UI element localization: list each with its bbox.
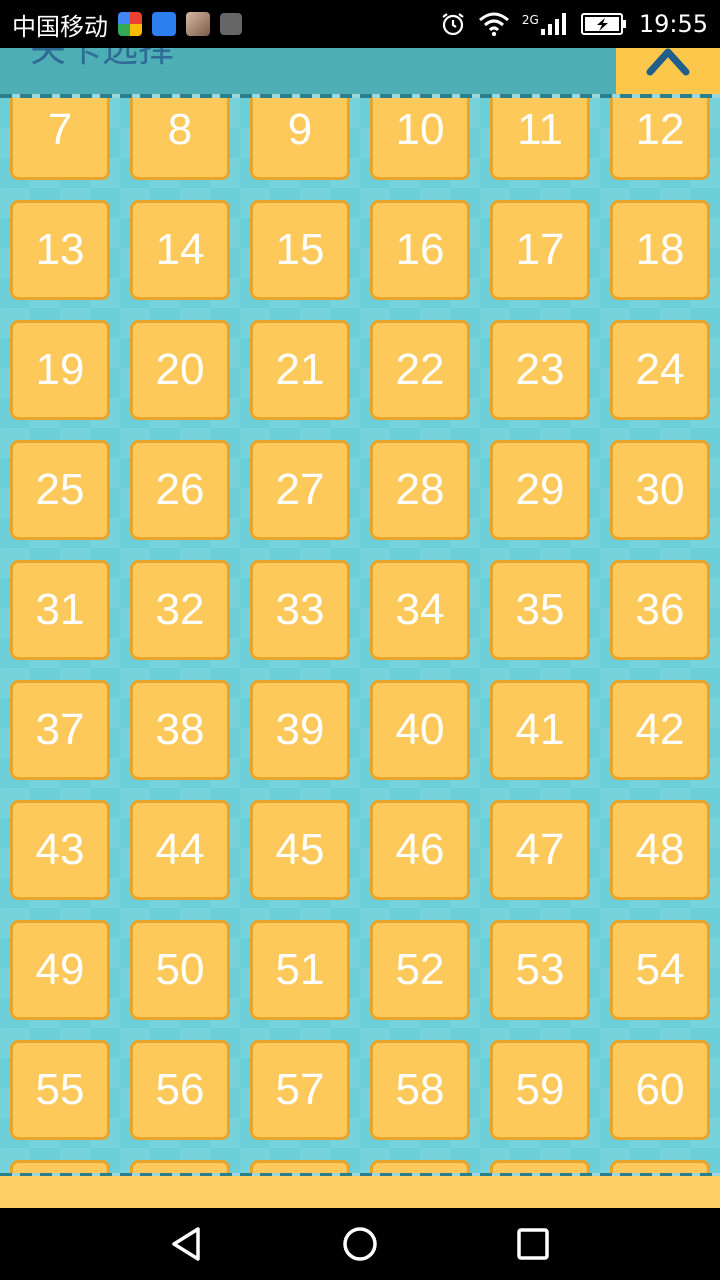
battery-charging-icon — [580, 13, 626, 35]
level-tile[interactable]: 15 — [250, 200, 350, 300]
level-tile[interactable]: 16 — [370, 200, 470, 300]
level-tile[interactable]: 38 — [130, 680, 230, 780]
level-tile[interactable]: 50 — [130, 920, 230, 1020]
signal-icon — [540, 13, 566, 35]
avatar-photo-icon — [186, 12, 210, 36]
level-tile[interactable]: 21 — [250, 320, 350, 420]
navigation-bar — [0, 1208, 720, 1280]
colorful-app-icon — [118, 12, 142, 36]
level-tile[interactable]: 20 — [130, 320, 230, 420]
level-tile[interactable]: 8 — [130, 98, 230, 180]
level-tile[interactable]: 52 — [370, 920, 470, 1020]
level-tile[interactable]: 49 — [10, 920, 110, 1020]
level-tile[interactable]: 53 — [490, 920, 590, 1020]
level-tile[interactable]: 12 — [610, 98, 710, 180]
level-tile[interactable]: 22 — [370, 320, 470, 420]
level-tile[interactable]: 48 — [610, 800, 710, 900]
level-grid-container[interactable]: 7 8 9 10 11 12 13 14 15 16 17 18 19 20 21 22 23 24 25 26 27 2… — [0, 98, 720, 1176]
alarm-icon — [442, 13, 464, 36]
level-tile[interactable]: 44 — [130, 800, 230, 900]
level-tile[interactable]: 18 — [610, 200, 710, 300]
level-tile[interactable]: 27 — [250, 440, 350, 540]
chevron-up-icon — [646, 48, 690, 76]
level-tile[interactable]: 25 — [10, 440, 110, 540]
level-tile[interactable]: 34 — [370, 560, 470, 660]
status-bar: 中国移动 2G 19:55 — [0, 0, 720, 48]
recents-icon[interactable] — [513, 1224, 553, 1264]
footer-bar — [0, 1176, 720, 1208]
level-tile[interactable]: 33 — [250, 560, 350, 660]
level-tile[interactable]: 40 — [370, 680, 470, 780]
carrier-name: 中国移动 — [12, 12, 108, 41]
level-tile[interactable]: 51 — [250, 920, 350, 1020]
clock: 19:55 — [638, 10, 708, 38]
close-button[interactable] — [616, 48, 720, 96]
level-tile[interactable]: 45 — [250, 800, 350, 900]
level-tile[interactable]: 57 — [250, 1040, 350, 1140]
level-tile[interactable]: 55 — [10, 1040, 110, 1140]
level-tile[interactable]: 13 — [10, 200, 110, 300]
wifi-icon — [478, 12, 509, 37]
page-title: 关卡选择 — [30, 48, 175, 70]
level-tile[interactable]: 23 — [490, 320, 590, 420]
level-tile[interactable]: 41 — [490, 680, 590, 780]
gallery-icon — [220, 13, 242, 35]
level-grid: 7 8 9 10 11 12 13 14 15 16 17 18 19 20 21 22 23 24 25 26 27 2… — [10, 98, 720, 1176]
level-tile[interactable]: 19 — [10, 320, 110, 420]
level-tile[interactable]: 14 — [130, 200, 230, 300]
level-tile[interactable]: 24 — [610, 320, 710, 420]
level-tile[interactable]: 56 — [130, 1040, 230, 1140]
level-tile[interactable]: 47 — [490, 800, 590, 900]
level-tile[interactable]: 17 — [490, 200, 590, 300]
level-tile[interactable]: 60 — [610, 1040, 710, 1140]
level-tile[interactable]: 7 — [10, 98, 110, 180]
level-tile[interactable]: 54 — [610, 920, 710, 1020]
level-tile[interactable]: 32 — [130, 560, 230, 660]
level-tile[interactable]: 46 — [370, 800, 470, 900]
network-type: 2G — [521, 13, 539, 27]
level-tile[interactable]: 9 — [250, 98, 350, 180]
status-bar-left: 中国移动 — [12, 0, 242, 48]
status-bar-right: 2G 19:55 — [440, 0, 708, 48]
level-tile[interactable]: 31 — [10, 560, 110, 660]
level-tile[interactable]: 42 — [610, 680, 710, 780]
level-tile[interactable]: 37 — [10, 680, 110, 780]
shield-icon — [152, 12, 176, 36]
signal-group: 2G — [522, 11, 569, 37]
home-icon[interactable] — [340, 1224, 380, 1264]
level-tile[interactable]: 39 — [250, 680, 350, 780]
level-tile[interactable]: 30 — [610, 440, 710, 540]
level-tile[interactable]: 36 — [610, 560, 710, 660]
back-icon[interactable] — [167, 1224, 207, 1264]
level-tile[interactable]: 35 — [490, 560, 590, 660]
level-tile[interactable]: 26 — [130, 440, 230, 540]
level-tile[interactable]: 28 — [370, 440, 470, 540]
level-tile[interactable]: 43 — [10, 800, 110, 900]
app-header: 关卡选择 — [0, 48, 720, 98]
level-tile[interactable]: 10 — [370, 98, 470, 180]
level-tile[interactable]: 11 — [490, 98, 590, 180]
level-tile[interactable]: 59 — [490, 1040, 590, 1140]
level-tile[interactable]: 29 — [490, 440, 590, 540]
level-tile[interactable]: 58 — [370, 1040, 470, 1140]
